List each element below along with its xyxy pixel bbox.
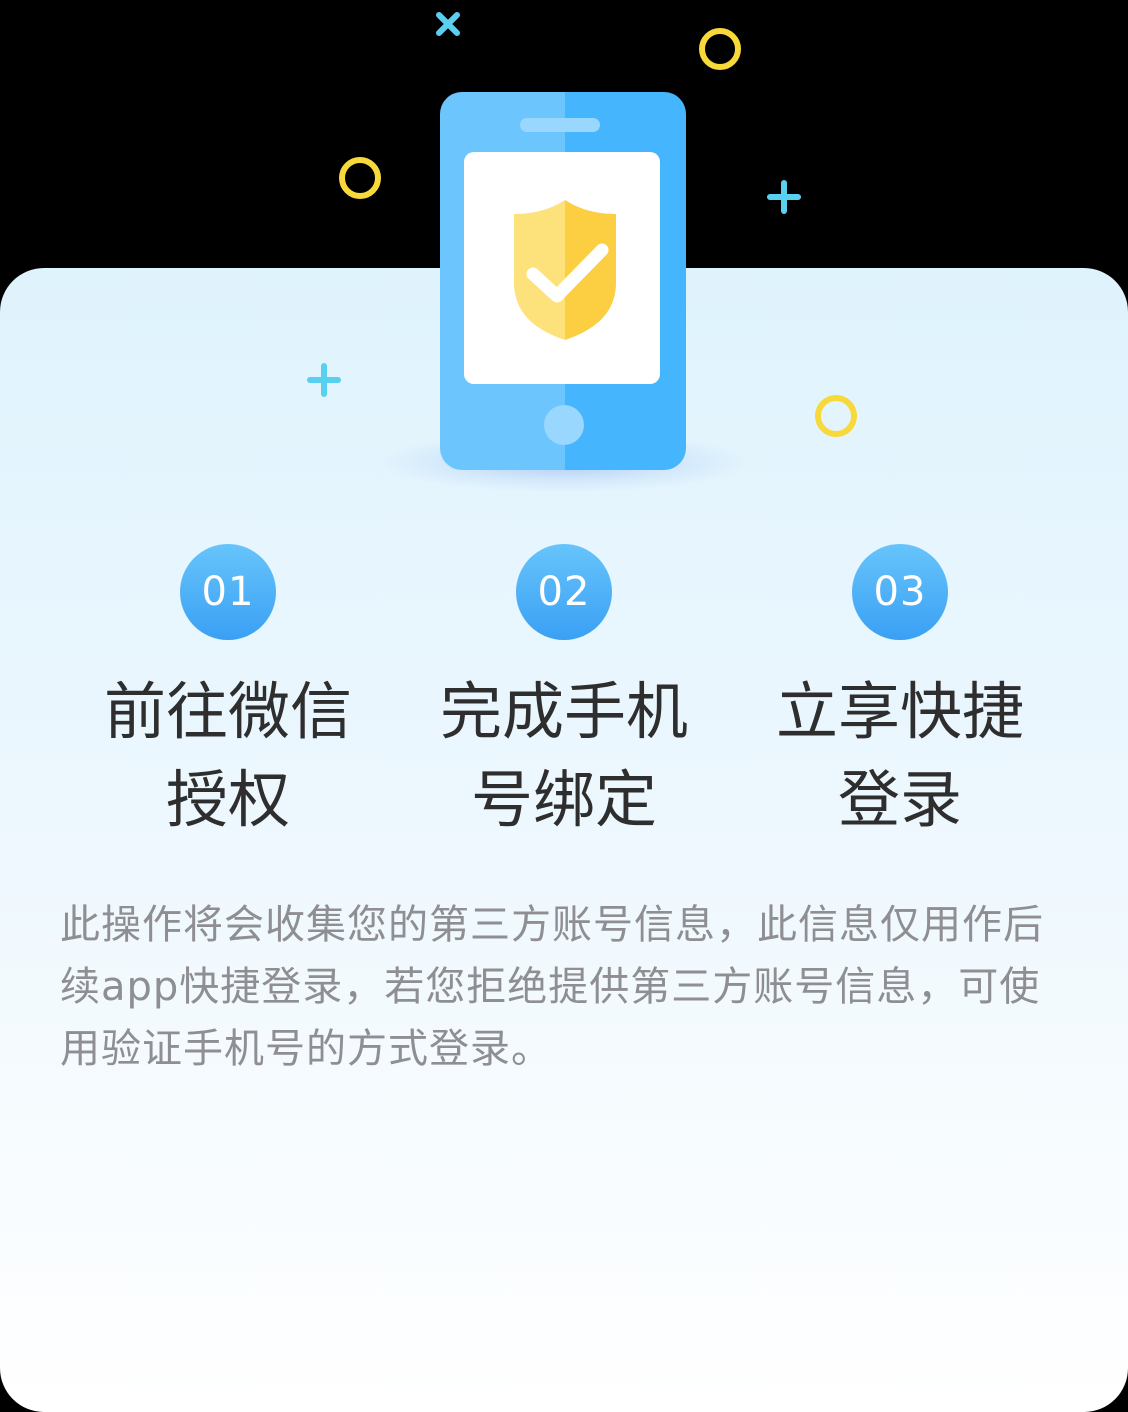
phone-with-shield-check-icon: [440, 92, 686, 470]
plus-icon: [307, 363, 341, 397]
step-1: 01 前往微信授权: [60, 544, 396, 844]
step-3: 03 立享快捷登录: [732, 544, 1068, 844]
ring-icon: [815, 395, 857, 437]
step-number-badge: 02: [516, 544, 612, 640]
step-label: 完成手机号绑定: [439, 675, 688, 836]
ring-icon: [699, 28, 741, 70]
steps-row: 01 前往微信授权 02 完成手机号绑定 03 立享快捷登录: [60, 544, 1068, 844]
privacy-notice: 此操作将会收集您的第三方账号信息，此信息仅用作后续app快捷登录，若您拒绝提供第…: [60, 902, 1044, 1072]
cross-icon: [436, 12, 460, 36]
plus-icon: [767, 180, 801, 214]
step-label: 立享快捷登录: [775, 675, 1024, 836]
step-number-badge: 01: [180, 544, 276, 640]
step-label: 前往微信授权: [103, 675, 352, 836]
auth-intro-screen: 01 前往微信授权 02 完成手机号绑定 03 立享快捷登录 此操作将会收集您的…: [0, 0, 1128, 1412]
step-2: 02 完成手机号绑定: [396, 544, 732, 844]
step-number-badge: 03: [852, 544, 948, 640]
ring-icon: [339, 157, 381, 199]
